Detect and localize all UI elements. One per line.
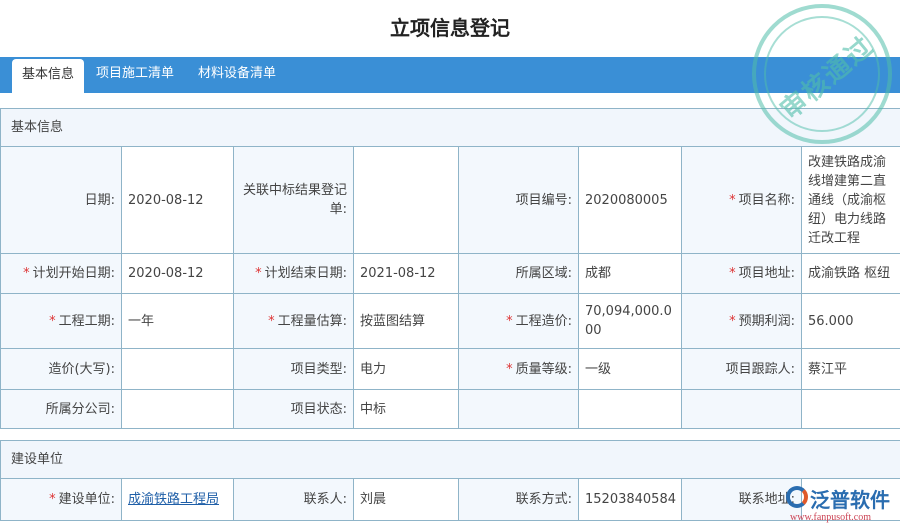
branch-label: 所属分公司: — [0, 389, 122, 429]
end-date-field[interactable]: 2021-08-12 — [353, 253, 459, 294]
basic-info-table: 基本信息 日期: 2020-08-12 关联中标结果登记单: 项目编号: 202… — [0, 108, 900, 429]
required-mark: * — [268, 313, 275, 329]
logo-name: 泛普软件 — [810, 488, 890, 512]
required-mark: * — [506, 361, 513, 377]
quality-field[interactable]: 一级 — [578, 348, 682, 390]
section-basic-info: 基本信息 — [0, 108, 900, 147]
project-code-label: 项目编号: — [458, 146, 579, 254]
builder-table: 建设单位 * 建设单位: 成渝铁路工程局 联系人: 刘晨 联系方式: 152038… — [0, 440, 900, 521]
duration-label: * 工程工期: — [0, 293, 122, 349]
status-label: 项目状态: — [233, 389, 354, 429]
label-text: 工程量估算: — [277, 313, 347, 329]
end-date-label: * 计划结束日期: — [233, 253, 354, 294]
required-mark: * — [729, 266, 736, 281]
project-type-field[interactable]: 电力 — [353, 348, 459, 390]
phone-label: 联系方式: — [458, 478, 579, 521]
tracker-field[interactable]: 蔡江平 — [800, 348, 900, 390]
date-label: 日期: — [0, 146, 122, 254]
required-mark: * — [49, 492, 56, 507]
logo-icon — [786, 486, 808, 508]
duration-field[interactable]: 一年 — [121, 293, 234, 349]
estimate-label: * 工程量估算: — [233, 293, 354, 349]
region-label: 所属区域: — [458, 253, 579, 294]
contact-label: 联系人: — [233, 478, 354, 521]
start-date-label: * 计划开始日期: — [0, 253, 122, 294]
label-text: 计划结束日期: — [264, 266, 347, 281]
quality-label: * 质量等级: — [458, 348, 579, 390]
required-mark: * — [23, 266, 30, 281]
required-mark: * — [729, 192, 736, 208]
empty-cell — [681, 389, 802, 429]
region-field[interactable]: 成都 — [578, 253, 682, 294]
label-text: 项目地址: — [738, 266, 795, 281]
builder-unit-field: 成渝铁路工程局 — [121, 478, 234, 521]
project-name-field[interactable]: 改建铁路成渝线增建第二直通线（成渝枢纽）电力线路迁改工程 — [800, 146, 900, 254]
branch-field[interactable] — [121, 389, 234, 429]
tracker-label: 项目跟踪人: — [681, 348, 802, 390]
profit-label: * 预期利润: — [681, 293, 802, 349]
project-address-field[interactable]: 成渝铁路 枢纽 — [800, 253, 900, 294]
label-text: 计划开始日期: — [32, 266, 115, 281]
empty-cell — [458, 389, 579, 429]
logo-url: www.fanpusoft.com — [790, 512, 872, 523]
start-date-field[interactable]: 2020-08-12 — [121, 253, 234, 294]
contact-field[interactable]: 刘晨 — [353, 478, 459, 521]
cost-field[interactable]: 70,094,000.000 — [578, 293, 682, 349]
required-mark: * — [49, 313, 56, 329]
phone-field[interactable]: 15203840584 — [578, 478, 682, 521]
tab-construction-list[interactable]: 项目施工清单 — [86, 57, 184, 93]
label-text: 工程工期: — [58, 313, 115, 329]
page-title: 立项信息登记 — [390, 16, 510, 40]
project-address-label: * 项目地址: — [681, 253, 802, 294]
section-builder: 建设单位 — [0, 440, 900, 479]
bid-result-label: 关联中标结果登记单: — [233, 146, 354, 254]
status-field[interactable]: 中标 — [353, 389, 459, 429]
tab-basic-info[interactable]: 基本信息 — [12, 59, 85, 93]
tab-material-list[interactable]: 材料设备清单 — [188, 57, 286, 93]
date-field[interactable]: 2020-08-12 — [121, 146, 234, 254]
required-mark: * — [255, 266, 262, 281]
required-mark: * — [506, 313, 513, 329]
estimate-field[interactable]: 按蓝图结算 — [353, 293, 459, 349]
cost-capital-field[interactable] — [121, 348, 234, 390]
cost-capital-label: 造价(大写): — [0, 348, 122, 390]
empty-cell — [800, 389, 900, 429]
empty-cell — [578, 389, 682, 429]
label-text: 工程造价: — [515, 313, 572, 329]
tab-bar: 基本信息 项目施工清单 材料设备清单 — [0, 57, 900, 93]
cost-label: * 工程造价: — [458, 293, 579, 349]
label-text: 预期利润: — [738, 313, 795, 329]
required-mark: * — [729, 313, 736, 329]
label-text: 质量等级: — [515, 361, 572, 377]
project-code-field[interactable]: 2020080005 — [578, 146, 682, 254]
profit-field[interactable]: 56.000 — [800, 293, 900, 349]
builder-unit-label: * 建设单位: — [0, 478, 122, 521]
label-text: 建设单位: — [58, 492, 115, 507]
bid-result-field[interactable] — [353, 146, 459, 254]
project-name-label: * 项目名称: — [681, 146, 802, 254]
builder-unit-link[interactable]: 成渝铁路工程局 — [128, 492, 219, 507]
fanpu-logo: 泛普软件 www.fanpusoft.com — [780, 484, 900, 529]
label-text: 项目名称: — [738, 192, 795, 208]
project-type-label: 项目类型: — [233, 348, 354, 390]
